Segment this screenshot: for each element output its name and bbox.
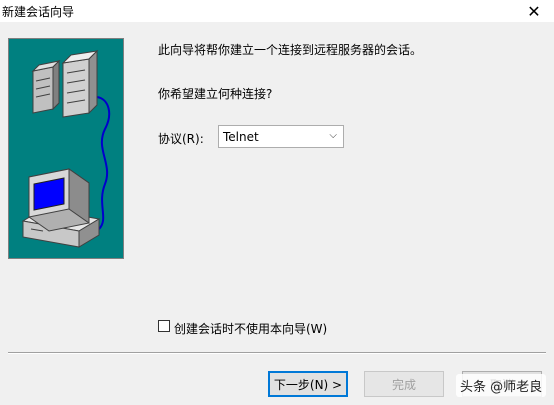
network-connection-illustration [21,49,111,248]
finish-button[interactable]: 完成 [364,371,444,397]
watermark: 头条 @师老良 [456,374,547,397]
protocol-select[interactable]: Telnet ⌵ [218,125,344,148]
intro-text: 此向导将帮你建立一个连接到远程服务器的会话。 [158,43,423,57]
skip-wizard-label[interactable]: 创建会话时不使用本向导(W) [174,320,327,337]
chevron-down-icon: ⌵ [329,130,337,141]
window-title: 新建会话向导 [2,5,75,19]
skip-wizard-checkbox[interactable] [158,320,170,332]
connection-question: 你希望建立何种连接? [158,87,273,101]
footer-divider [8,352,546,354]
wizard-illustration [8,38,124,259]
title-bar: 新建会话向导 ✕ [0,0,554,22]
monitor-screen [33,177,65,211]
protocol-label: 协议(R): [158,132,204,146]
network-cable [96,96,111,230]
close-icon[interactable]: ✕ [514,0,554,22]
protocol-selected-value: Telnet [223,130,259,144]
server-icon [31,59,61,114]
computer-icon [21,168,101,248]
server-icon [61,49,99,118]
next-button[interactable]: 下一步(N) > [268,371,348,397]
